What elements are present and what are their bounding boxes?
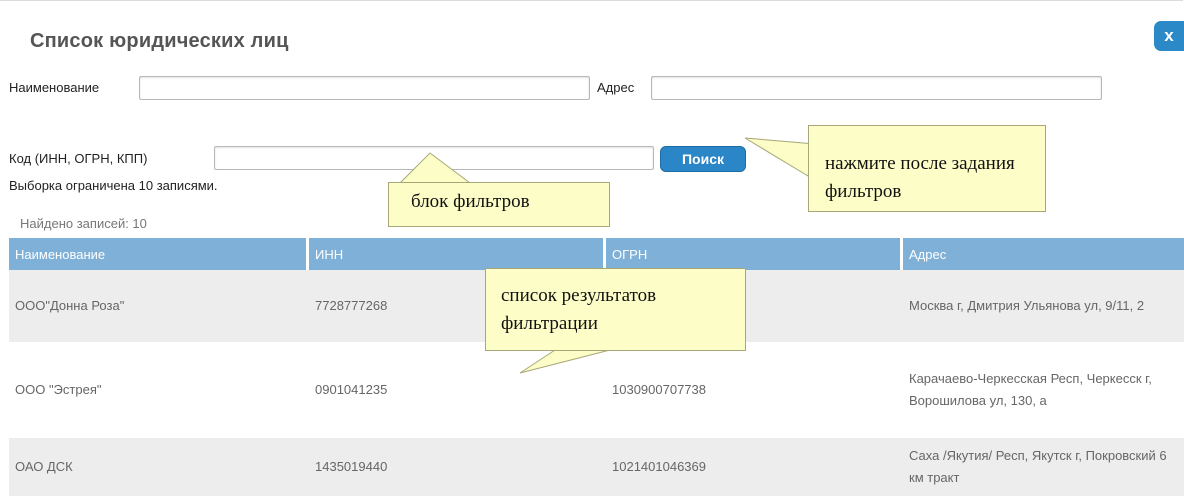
- search-hint-callout: нажмите после задания фильтров: [808, 125, 1046, 212]
- results-hint-callout: список результатов фильтрации: [485, 268, 746, 351]
- filters-hint-callout: блок фильтров: [388, 182, 610, 227]
- callout-pointers: [398, 137, 816, 374]
- results-hint-pointer: [519, 349, 611, 374]
- filters-hint-pointer: [398, 152, 472, 184]
- search-hint-pointer: [744, 137, 816, 177]
